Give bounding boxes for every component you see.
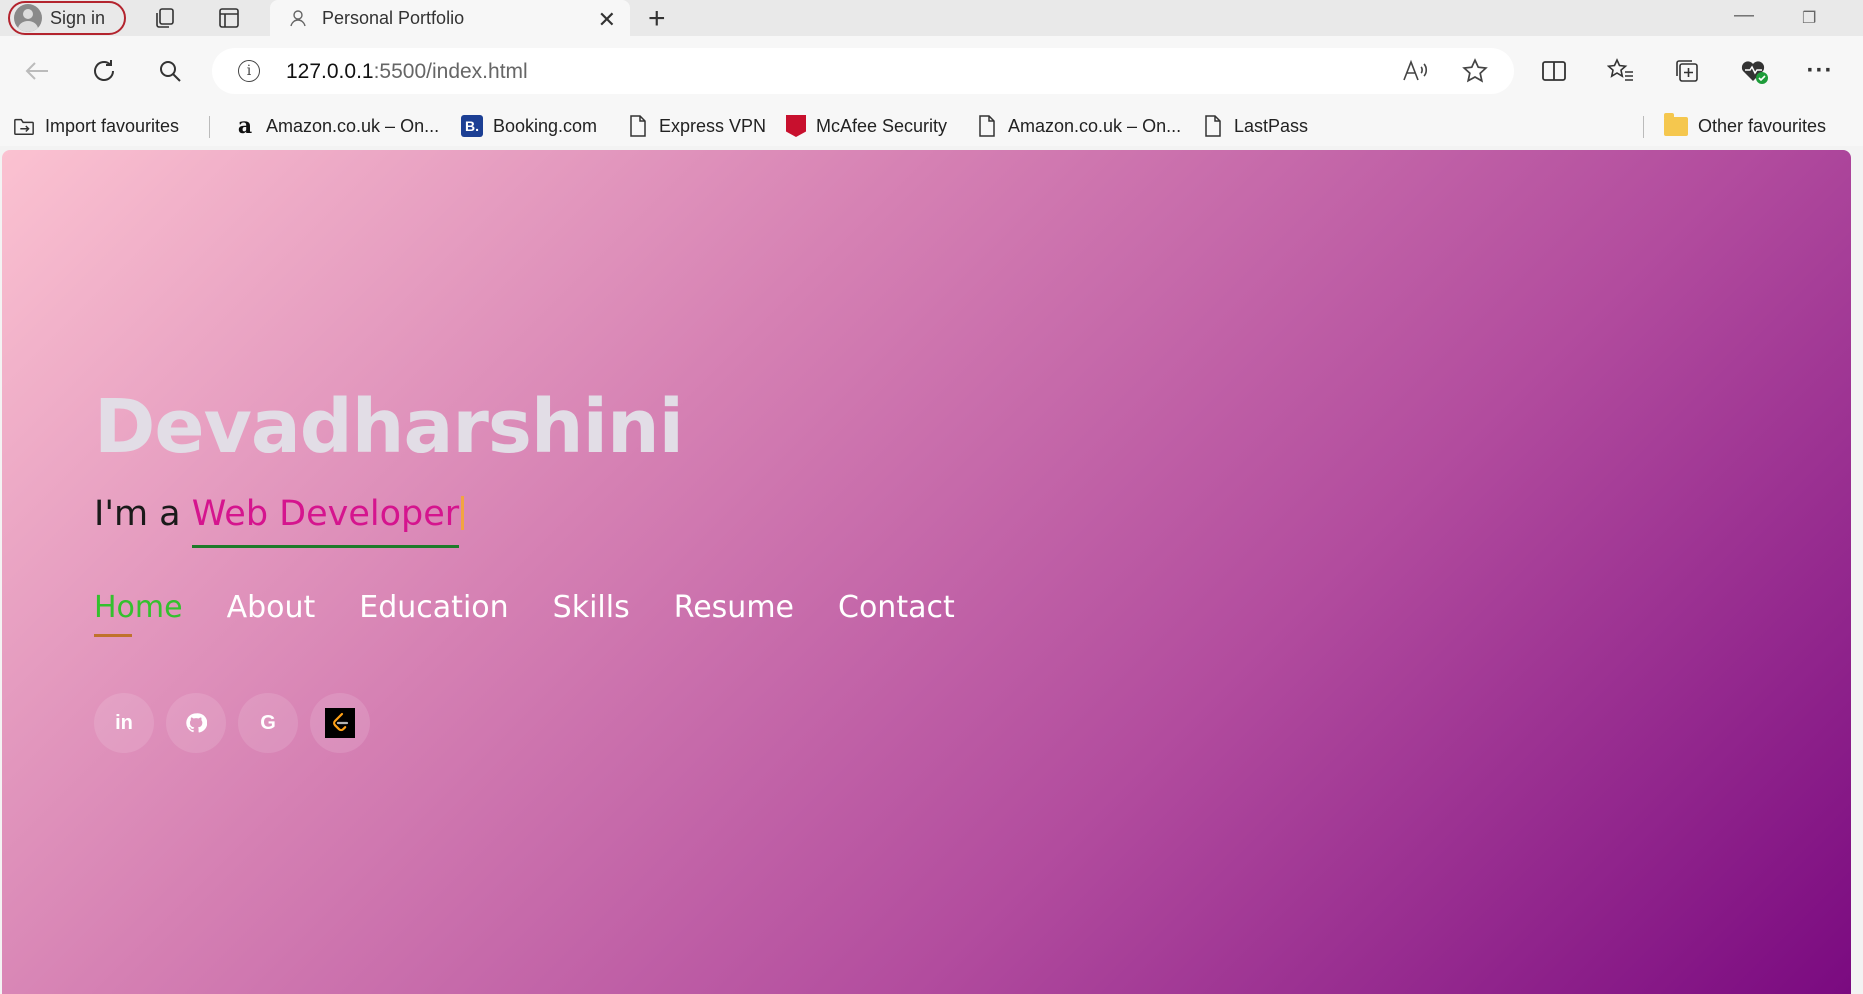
sign-in-label: Sign in — [50, 7, 106, 28]
hero-name: Devadharshini — [94, 384, 684, 470]
fav-label: Import favourites — [45, 115, 180, 136]
url-text[interactable]: 127.0.0.1:5500/index.html — [286, 60, 528, 84]
typed-intro: I'm a Web Developer — [94, 494, 465, 534]
fav-mcafee-security[interactable]: McAfee Security — [786, 113, 947, 139]
leetcode-logo — [325, 708, 355, 738]
typed-role: Web Developer — [191, 494, 460, 534]
github-icon[interactable] — [166, 693, 226, 753]
nav-about[interactable]: About — [227, 590, 316, 625]
intro-text: I'm a — [94, 494, 192, 534]
fav-label: Amazon.co.uk – On... — [1008, 115, 1182, 136]
read-aloud-icon[interactable] — [1402, 58, 1428, 84]
fav-other-favourites[interactable]: Other favourites — [1664, 112, 1827, 139]
folder-icon — [1664, 112, 1688, 136]
social-links: in G — [94, 693, 370, 753]
page-viewport: Devadharshini I'm a Web Developer Home A… — [2, 150, 1851, 994]
fav-booking[interactable]: B. Booking.com — [461, 113, 597, 139]
more-options-icon[interactable]: ··· — [1803, 54, 1837, 88]
fav-amazon-1[interactable]: a Amazon.co.uk – On... — [234, 113, 439, 139]
nav-home[interactable]: Home — [94, 590, 183, 637]
nav-skills[interactable]: Skills — [553, 590, 630, 625]
favourites-icon[interactable] — [1604, 54, 1638, 88]
vertical-tabs-icon[interactable] — [216, 6, 242, 30]
nav-education[interactable]: Education — [359, 590, 508, 625]
refresh-icon[interactable] — [87, 54, 121, 88]
address-bar[interactable]: i 127.0.0.1:5500/index.html — [212, 48, 1514, 94]
back-icon[interactable] — [20, 54, 54, 88]
fav-lastpass[interactable]: LastPass — [1202, 113, 1308, 139]
workspaces-icon[interactable] — [152, 6, 178, 30]
search-icon[interactable] — [153, 54, 187, 88]
sign-in-button[interactable]: Sign in — [8, 1, 126, 35]
booking-icon: B. — [461, 115, 483, 137]
url-host: 127.0.0.1 — [286, 60, 374, 83]
linkedin-icon[interactable]: in — [94, 693, 154, 753]
fav-label: Amazon.co.uk – On... — [266, 115, 440, 136]
browser-essentials-icon[interactable] — [1737, 54, 1771, 88]
nav-resume[interactable]: Resume — [674, 590, 794, 625]
collections-icon[interactable] — [1670, 54, 1704, 88]
close-tab-icon[interactable]: ✕ — [598, 7, 616, 33]
google-icon[interactable]: G — [238, 693, 298, 753]
url-path: :5500/index.html — [373, 60, 528, 83]
import-icon — [13, 114, 35, 138]
fav-label: Booking.com — [493, 115, 598, 136]
fav-label: Other favourites — [1698, 115, 1827, 136]
mcafee-icon — [786, 115, 806, 137]
profile-avatar-icon — [14, 4, 42, 32]
favourites-divider — [1643, 116, 1644, 138]
restore-icon[interactable]: ❐ — [1802, 8, 1816, 28]
favourites-divider — [209, 116, 210, 138]
page-icon — [976, 114, 998, 138]
favourite-star-icon[interactable] — [1462, 58, 1488, 84]
tab-personal-portfolio[interactable]: Personal Portfolio ✕ — [270, 0, 630, 36]
fav-express-vpn[interactable]: Express VPN — [627, 113, 766, 139]
minimize-icon[interactable]: — — [1734, 4, 1754, 27]
tab-profile-icon — [290, 10, 306, 27]
tab-strip: Sign in Personal Portfolio ✕ + — ❐ — [0, 0, 1863, 36]
navigation-bar: i 127.0.0.1:5500/index.html ··· — [0, 36, 1863, 106]
split-screen-icon[interactable] — [1537, 54, 1571, 88]
fav-amazon-2[interactable]: Amazon.co.uk – On... — [976, 113, 1181, 139]
nav-contact[interactable]: Contact — [838, 590, 955, 625]
fav-label: McAfee Security — [816, 115, 948, 136]
typing-cursor — [461, 496, 465, 530]
site-info-icon[interactable]: i — [238, 60, 260, 82]
leetcode-icon[interactable] — [310, 693, 370, 753]
tab-title: Personal Portfolio — [322, 7, 465, 28]
fav-label: Express VPN — [659, 115, 767, 136]
fav-label: LastPass — [1234, 115, 1309, 136]
page-icon — [627, 114, 649, 138]
main-menu: Home About Education Skills Resume Conta… — [94, 590, 955, 637]
amazon-icon: a — [237, 113, 253, 139]
page-icon — [1202, 114, 1224, 138]
fav-import-favourites[interactable]: Import favourites — [13, 113, 179, 139]
new-tab-icon[interactable]: + — [648, 2, 666, 36]
favourites-bar: Import favourites a Amazon.co.uk – On...… — [0, 106, 1863, 146]
